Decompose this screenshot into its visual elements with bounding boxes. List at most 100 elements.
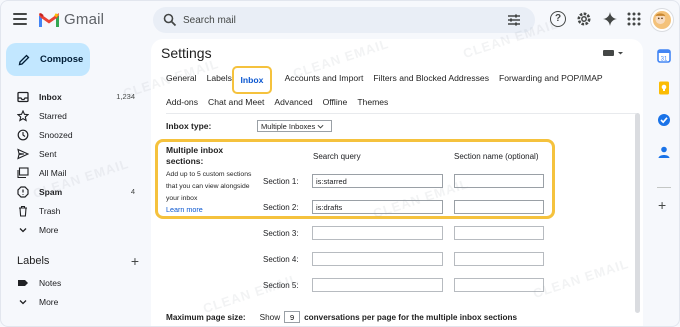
label-item-text: Notes — [39, 277, 62, 288]
gemini-sparkle-icon[interactable] — [602, 11, 618, 29]
sidebar-item-label: Spam — [39, 186, 63, 197]
section-3-query-input[interactable] — [312, 226, 443, 240]
inbox-type-label: Inbox type: — [166, 121, 212, 131]
section-5-label: Section 5: — [263, 281, 299, 290]
gmail-logo[interactable]: Gmail — [39, 11, 104, 28]
section-name-header: Section name (optional) — [454, 152, 539, 161]
tab-inbox[interactable]: Inbox — [232, 66, 272, 94]
section-3-label: Section 3: — [263, 229, 299, 238]
account-avatar[interactable] — [651, 9, 673, 31]
settings-scrollbar[interactable] — [635, 113, 640, 313]
tab-themes[interactable]: Themes — [357, 97, 388, 107]
search-icon[interactable] — [163, 13, 177, 27]
max-page-size-label: Maximum page size: — [166, 312, 246, 322]
multiple-inbox-description: Add up to 5 custom sections that you can… — [166, 171, 252, 202]
apps-grid-icon[interactable] — [626, 11, 642, 29]
tab-accounts-and-import[interactable]: Accounts and Import — [285, 73, 364, 83]
section-1-query-input[interactable] — [312, 174, 443, 188]
learn-more-link[interactable]: Learn more — [166, 205, 203, 214]
get-add-ons-icon[interactable]: + — [658, 197, 666, 213]
labels-header: Labels + — [17, 253, 139, 269]
compose-label: Compose — [40, 54, 84, 65]
section-1-name-input[interactable] — [454, 174, 544, 188]
search-bar[interactable] — [153, 7, 535, 33]
section-5-name-input[interactable] — [454, 278, 544, 292]
settings-tabs-row2: Add-ons Chat and Meet Advanced Offline T… — [166, 97, 398, 107]
gmail-window: Gmail ? — [0, 0, 680, 327]
section-1-label: Section 1: — [263, 177, 299, 186]
section-4-query-input[interactable] — [312, 252, 443, 266]
trash-icon — [17, 205, 29, 217]
sidebar-item-label: All Mail — [39, 167, 67, 178]
section-4-name-input[interactable] — [454, 252, 544, 266]
label-item-notes[interactable]: Notes — [1, 273, 147, 292]
chevron-down-icon — [17, 296, 29, 308]
side-panel-rail: 31 + — [647, 39, 679, 326]
sidebar-item-label: More — [39, 224, 59, 235]
inbox-icon — [17, 91, 29, 103]
contacts-icon[interactable] — [657, 145, 671, 159]
section-3-name-input[interactable] — [454, 226, 544, 240]
inbox-type-row: Inbox type: — [166, 121, 211, 131]
sidebar-item-all-mail[interactable]: All Mail — [1, 163, 147, 182]
tab-general[interactable]: General — [166, 73, 197, 83]
unread-count: 1,234 — [116, 92, 135, 101]
app-name: Gmail — [64, 11, 105, 28]
sidebar-item-label: Inbox — [39, 91, 62, 102]
sidebar-item-label: Snoozed — [39, 129, 73, 140]
label-tag-icon — [17, 277, 29, 289]
top-bar: Gmail ? — [1, 1, 679, 39]
tab-chat-and-meet[interactable]: Chat and Meet — [208, 97, 264, 107]
main-menu-icon[interactable] — [13, 13, 27, 25]
pencil-icon — [18, 54, 30, 65]
clock-icon — [17, 129, 29, 141]
sidebar-item-snoozed[interactable]: Snoozed — [1, 125, 147, 144]
page-title: Settings — [161, 45, 212, 61]
max-page-show-label: Show — [259, 312, 281, 322]
labels-list: Notes More — [1, 273, 147, 311]
svg-text:31: 31 — [661, 57, 668, 63]
section-2-name-input[interactable] — [454, 200, 544, 214]
tab-filters-and-blocked-addresses[interactable]: Filters and Blocked Addresses — [373, 73, 489, 83]
report-spam-icon — [17, 185, 29, 198]
search-input[interactable] — [183, 12, 483, 28]
label-item-text: More — [39, 296, 59, 307]
sidebar-item-trash[interactable]: Trash — [1, 201, 147, 220]
sidebar-item-more[interactable]: More — [1, 220, 147, 239]
settings-gear-icon[interactable] — [576, 11, 592, 29]
tasks-icon[interactable] — [657, 113, 671, 127]
section-2-label: Section 2: — [263, 203, 299, 212]
tab-forwarding-and-pop-imap[interactable]: Forwarding and POP/IMAP — [499, 73, 603, 83]
rail-divider — [657, 187, 671, 188]
compose-button[interactable]: Compose — [6, 43, 90, 76]
search-query-header: Search query — [313, 152, 361, 161]
max-page-size-input[interactable] — [284, 311, 301, 323]
chevron-down-icon — [317, 124, 324, 129]
sidebar-item-starred[interactable]: Starred — [1, 106, 147, 125]
section-2-query-input[interactable] — [312, 200, 443, 214]
labels-title: Labels — [17, 255, 50, 267]
help-icon[interactable]: ? — [550, 11, 566, 27]
multiple-inbox-title: Multiple inbox sections: — [166, 145, 224, 166]
tab-add-ons[interactable]: Add-ons — [166, 97, 198, 107]
keep-notes-icon[interactable] — [657, 81, 671, 95]
tab-advanced[interactable]: Advanced — [274, 97, 312, 107]
spam-count: 4 — [130, 187, 135, 196]
section-5-query-input[interactable] — [312, 278, 443, 292]
add-label-icon[interactable]: + — [131, 253, 139, 269]
sidebar-item-label: Sent — [39, 148, 57, 159]
tabs-divider — [166, 113, 636, 114]
tab-offline[interactable]: Offline — [323, 97, 348, 107]
labels-more[interactable]: More — [1, 292, 147, 311]
sidebar-item-label: Trash — [39, 205, 61, 216]
inbox-type-select[interactable]: Multiple Inboxes — [257, 120, 332, 132]
sidebar-item-sent[interactable]: Sent — [1, 144, 147, 163]
gmail-m-icon — [39, 12, 59, 27]
search-options-icon[interactable] — [507, 13, 521, 27]
star-icon — [17, 109, 29, 122]
keyboard-input-icon[interactable] — [603, 49, 625, 59]
chevron-down-icon — [17, 224, 29, 236]
sidebar-item-inbox[interactable]: Inbox 1,234 — [1, 87, 147, 106]
sidebar-item-spam[interactable]: Spam 4 — [1, 182, 147, 201]
calendar-icon[interactable]: 31 — [657, 49, 671, 63]
